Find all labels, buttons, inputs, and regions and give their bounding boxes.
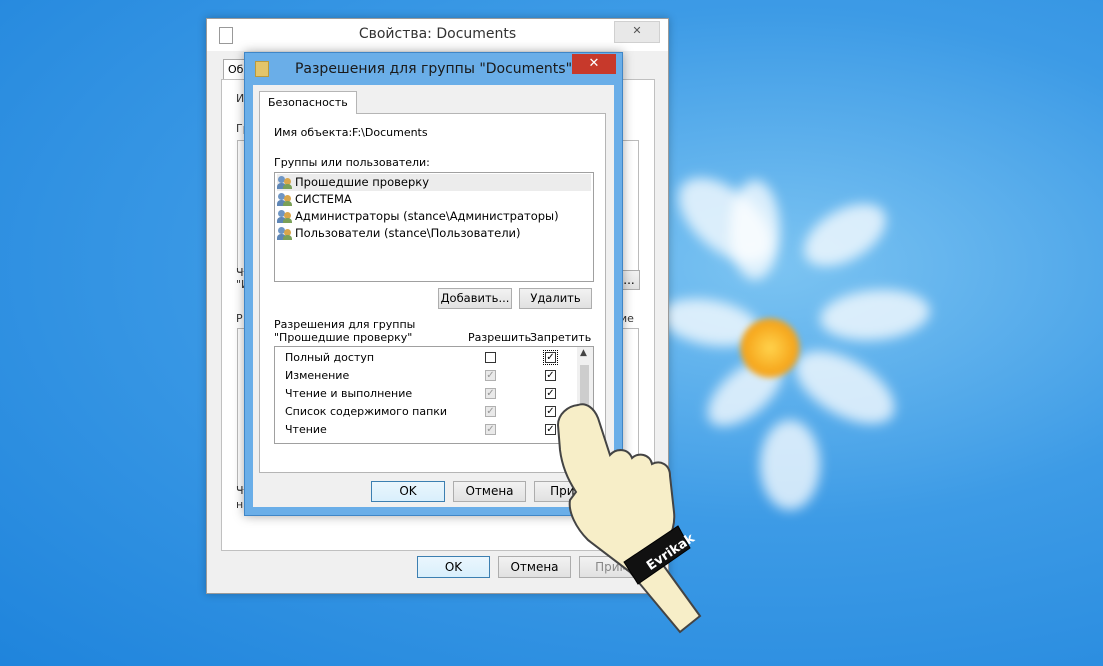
frag-text: Р	[236, 312, 243, 325]
permission-row: Изменение ✓ ✓	[275, 367, 575, 385]
permission-name: Список содержимого папки	[285, 405, 448, 418]
object-name-value: F:\Documents	[352, 126, 428, 139]
permission-name: Полный доступ	[285, 351, 375, 364]
dialog-titlebar: Разрешения для группы "Documents" ✕	[245, 53, 622, 85]
allow-checkbox[interactable]: ✓	[485, 424, 496, 435]
allow-checkbox[interactable]	[485, 352, 496, 363]
groups-label: Группы или пользователи:	[274, 156, 430, 169]
deny-header: Запретить	[530, 331, 592, 344]
add-button[interactable]: Добавить...	[438, 288, 512, 309]
list-item[interactable]: Прошедшие проверку	[277, 174, 591, 191]
dialog-title: Разрешения для группы "Documents"	[294, 61, 573, 77]
users-group-icon	[277, 193, 293, 206]
list-item[interactable]: Пользователи (stance\Пользователи)	[277, 225, 591, 242]
user-name: Администраторы (stance\Администраторы)	[295, 209, 559, 223]
scroll-up-icon[interactable]: ▲	[580, 348, 587, 358]
permission-name: Чтение и выполнение	[285, 387, 413, 400]
user-name: СИСТЕМА	[295, 192, 352, 206]
users-list: Прошедшие проверку СИСТЕМА Администратор…	[274, 172, 594, 282]
list-item[interactable]: СИСТЕМА	[277, 191, 591, 208]
frag-text: Ч	[236, 484, 244, 497]
permission-row: Список содержимого папки ✓ ✓	[275, 403, 575, 421]
properties-ok-button[interactable]: OK	[417, 556, 490, 578]
deny-checkbox[interactable]: ✓	[543, 350, 558, 365]
dialog-cancel-button[interactable]: Отмена	[453, 481, 526, 502]
deny-checkbox[interactable]: ✓	[545, 388, 556, 399]
dialog-ok-button[interactable]: OK	[371, 481, 445, 502]
deny-checkbox[interactable]: ✓	[545, 370, 556, 381]
permission-row: Чтение и выполнение ✓ ✓	[275, 385, 575, 403]
users-group-icon	[277, 227, 293, 240]
pointing-hand-icon: Evrikak	[556, 403, 702, 634]
permission-row: Чтение ✓ ✓	[275, 421, 575, 439]
tab-security[interactable]: Безопасность	[259, 91, 357, 114]
permission-name: Чтение	[285, 423, 327, 436]
properties-title: Свойства: Documents	[358, 26, 517, 42]
object-name-label: Имя объекта:	[274, 126, 353, 139]
list-item[interactable]: Администраторы (stance\Администраторы)	[277, 208, 591, 225]
permissions-list: Полный доступ ✓ Изменение ✓ ✓ Чтение и в…	[274, 346, 594, 444]
permission-row: Полный доступ ✓	[275, 349, 575, 367]
allow-header: Разрешить	[468, 331, 532, 344]
properties-close-button[interactable]: ✕	[614, 21, 660, 43]
user-name: Прошедшие проверку	[295, 175, 430, 189]
properties-titlebar: Свойства: Documents ✕	[207, 19, 668, 51]
allow-checkbox[interactable]: ✓	[485, 406, 496, 417]
dialog-close-button[interactable]: ✕	[572, 54, 616, 74]
perms-label-line2: "Прошедшие проверку"	[274, 331, 413, 344]
allow-checkbox[interactable]: ✓	[485, 370, 496, 381]
perms-label-line1: Разрешения для группы	[274, 318, 416, 331]
permission-name: Изменение	[285, 369, 350, 382]
user-name: Пользователи (stance\Пользователи)	[295, 226, 521, 240]
remove-button[interactable]: Удалить	[519, 288, 592, 309]
users-group-icon	[277, 176, 293, 189]
users-group-icon	[277, 210, 293, 223]
allow-checkbox[interactable]: ✓	[485, 388, 496, 399]
